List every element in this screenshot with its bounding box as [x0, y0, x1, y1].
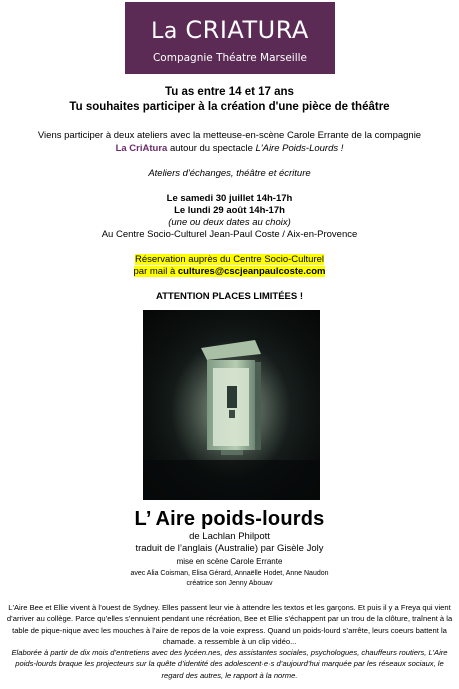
reservation-email-link[interactable]: cultures@cscjeanpaulcoste.com [177, 266, 326, 277]
synopsis-paragraph-1: L'Aire Bee et Ellie vivent à l’ouest de … [6, 603, 453, 646]
date-1: Le samedi 30 juillet 14h-17h [166, 193, 293, 204]
workshop-type: Ateliers d'échanges, théâtre et écriture [148, 168, 311, 179]
header-participate-line: Tu souhaites participer à la création d'… [69, 101, 390, 113]
logo-criatura: CRIATURA [185, 16, 309, 44]
show-translation: traduit de l’anglais (Australie) par Gis… [135, 543, 324, 554]
company-logo: La CRIATURA Compagnie Théatre Marseille [125, 2, 335, 74]
show-author: de Lachlan Philpott [189, 531, 270, 542]
show-direction: mise en scène Carole Errante [176, 557, 283, 566]
date-2: Le lundi 29 août 14h-17h [174, 205, 285, 216]
show-photo-phone-booth [143, 310, 320, 500]
logo-la: La [151, 19, 186, 44]
venue: Au Centre Socio-Culturel Jean-Paul Coste… [101, 229, 358, 240]
logo-subtitle: Compagnie Théatre Marseille [152, 52, 308, 64]
reservation-text: Réservation auprès du Centre Socio-Cultu… [134, 254, 325, 265]
logo-name: La CRIATURA [125, 16, 335, 44]
intro-line-1: Viens participer à deux ateliers avec la… [37, 130, 422, 141]
show-cast: avec Alia Coisman, Elisa Gérard, Annaëll… [130, 570, 329, 577]
company-name: La CriAtura [115, 143, 168, 154]
date-choice: (une ou deux dates au choix) [168, 217, 291, 228]
attention-notice: ATTENTION PLACES LIMITÉES ! [155, 291, 304, 302]
reservation-mail-line: par mail à cultures@cscjeanpaulcoste.com [0, 266, 459, 277]
show-title: L’ Aire poids-lourds [134, 508, 325, 530]
header-age-line: Tu as entre 14 et 17 ans [165, 86, 294, 98]
intro-line-2: La CriAtura autour du spectacle L'Aire P… [0, 143, 459, 154]
synopsis-paragraph-2: Elaborée à partir de dix mois d’entretie… [11, 648, 448, 680]
show-name-inline: L'Aire Poids-Lourds ! [255, 143, 344, 154]
phone-booth-illustration [143, 340, 320, 500]
show-sound-designer: créatrice son Jenny Abouav [186, 580, 273, 587]
intro-middle: autour du spectacle [167, 143, 256, 154]
reservation-line: Réservation auprès du Centre Socio-Cultu… [0, 254, 459, 265]
mail-prefix: par mail à [133, 266, 178, 277]
synopsis: L'Aire Bee et Ellie vivent à l’ouest de … [6, 602, 453, 681]
